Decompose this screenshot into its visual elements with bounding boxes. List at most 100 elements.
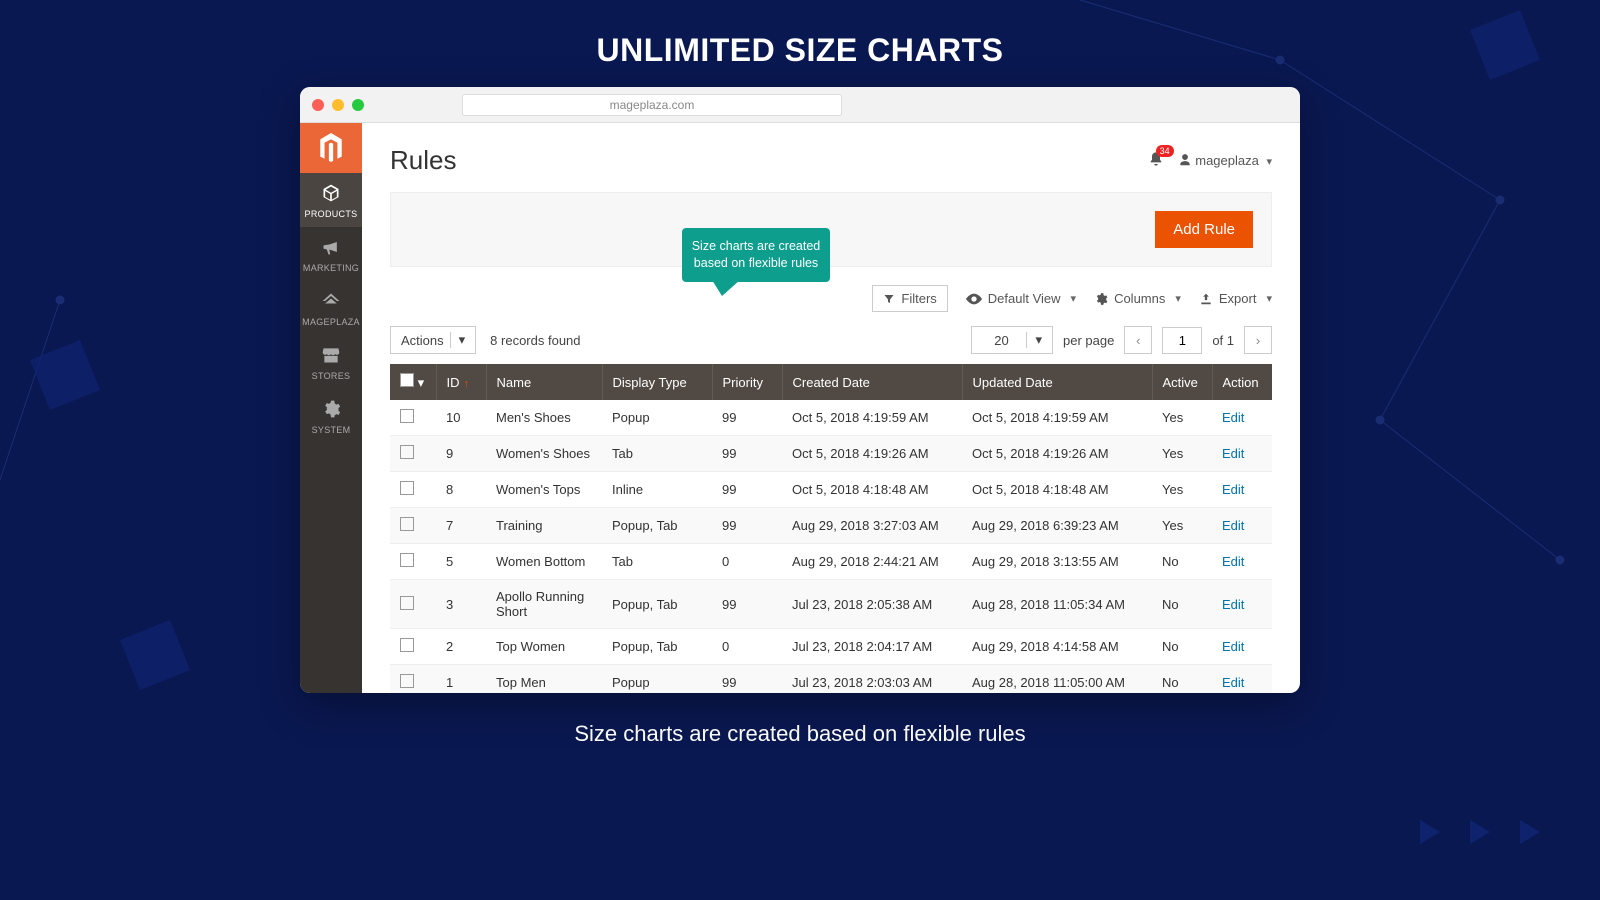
cube-icon bbox=[302, 183, 360, 205]
view-switcher[interactable]: Default View bbox=[966, 291, 1076, 306]
cell-name: Apollo Running Short bbox=[486, 580, 602, 629]
main-content: Rules 34 mageplaza Add Rule Size charts … bbox=[362, 123, 1300, 693]
cell-id: 2 bbox=[436, 629, 486, 665]
cell-id: 7 bbox=[436, 508, 486, 544]
col-id[interactable]: ID bbox=[436, 364, 486, 400]
filters-button[interactable]: Filters bbox=[872, 285, 947, 312]
col-active[interactable]: Active bbox=[1152, 364, 1212, 400]
cell-id: 8 bbox=[436, 472, 486, 508]
edit-link[interactable]: Edit bbox=[1222, 410, 1244, 425]
select-all-checkbox[interactable] bbox=[400, 373, 414, 387]
row-checkbox[interactable] bbox=[400, 674, 414, 688]
row-checkbox[interactable] bbox=[400, 409, 414, 423]
next-page-button[interactable]: › bbox=[1244, 326, 1272, 354]
row-checkbox[interactable] bbox=[400, 638, 414, 652]
columns-button[interactable]: Columns bbox=[1094, 291, 1181, 306]
sidebar-item-system[interactable]: SYSTEM bbox=[300, 389, 362, 443]
cell-priority: 99 bbox=[712, 436, 782, 472]
col-created[interactable]: Created Date bbox=[782, 364, 962, 400]
table-row: 1Top MenPopup99Jul 23, 2018 2:03:03 AMAu… bbox=[390, 665, 1272, 694]
cell-created: Jul 23, 2018 2:05:38 AM bbox=[782, 580, 962, 629]
col-name[interactable]: Name bbox=[486, 364, 602, 400]
col-action: Action bbox=[1212, 364, 1272, 400]
prev-page-button[interactable]: ‹ bbox=[1124, 326, 1152, 354]
table-row: 2Top WomenPopup, Tab0Jul 23, 2018 2:04:1… bbox=[390, 629, 1272, 665]
cell-active: Yes bbox=[1152, 508, 1212, 544]
cell-name: Women's Shoes bbox=[486, 436, 602, 472]
cell-id: 1 bbox=[436, 665, 486, 694]
cell-updated: Aug 29, 2018 4:14:58 AM bbox=[962, 629, 1152, 665]
cell-created: Jul 23, 2018 2:03:03 AM bbox=[782, 665, 962, 694]
edit-link[interactable]: Edit bbox=[1222, 518, 1244, 533]
cell-display: Popup bbox=[602, 665, 712, 694]
row-checkbox[interactable] bbox=[400, 553, 414, 567]
edit-link[interactable]: Edit bbox=[1222, 482, 1244, 497]
cell-display: Popup, Tab bbox=[602, 580, 712, 629]
cell-active: Yes bbox=[1152, 472, 1212, 508]
cell-name: Men's Shoes bbox=[486, 400, 602, 436]
cell-updated: Oct 5, 2018 4:19:59 AM bbox=[962, 400, 1152, 436]
edit-link[interactable]: Edit bbox=[1222, 675, 1244, 690]
url-bar[interactable]: mageplaza.com bbox=[462, 94, 842, 116]
edit-link[interactable]: Edit bbox=[1222, 446, 1244, 461]
cell-active: No bbox=[1152, 580, 1212, 629]
notifications-button[interactable]: 34 bbox=[1148, 151, 1164, 170]
window-min-dot[interactable] bbox=[332, 99, 344, 111]
cell-name: Top Women bbox=[486, 629, 602, 665]
sidebar-item-label: SYSTEM bbox=[312, 425, 351, 435]
table-row: 8Women's TopsInline99Oct 5, 2018 4:18:48… bbox=[390, 472, 1272, 508]
bulk-actions-select[interactable]: Actions▾ bbox=[390, 326, 476, 354]
row-checkbox[interactable] bbox=[400, 445, 414, 459]
edit-link[interactable]: Edit bbox=[1222, 597, 1244, 612]
account-menu[interactable]: mageplaza bbox=[1178, 153, 1272, 168]
hero-subtitle: Size charts are created based on flexibl… bbox=[0, 693, 1600, 775]
row-checkbox[interactable] bbox=[400, 596, 414, 610]
cell-updated: Aug 29, 2018 3:13:55 AM bbox=[962, 544, 1152, 580]
sidebar-item-label: MAGEPLAZA bbox=[302, 317, 360, 327]
sidebar-item-products[interactable]: PRODUCTS bbox=[300, 173, 362, 227]
cell-updated: Oct 5, 2018 4:19:26 AM bbox=[962, 436, 1152, 472]
window-max-dot[interactable] bbox=[352, 99, 364, 111]
cell-active: No bbox=[1152, 629, 1212, 665]
export-button[interactable]: Export bbox=[1199, 291, 1272, 306]
table-row: 10Men's ShoesPopup99Oct 5, 2018 4:19:59 … bbox=[390, 400, 1272, 436]
col-display[interactable]: Display Type bbox=[602, 364, 712, 400]
rules-table: ▾ ID Name Display Type Priority Created … bbox=[390, 364, 1272, 693]
add-rule-button[interactable]: Add Rule bbox=[1155, 211, 1253, 248]
table-row: 9Women's ShoesTab99 Oct 5, 2018 4:19:26 A… bbox=[390, 436, 1272, 472]
funnel-icon bbox=[883, 293, 895, 305]
cell-id: 9 bbox=[436, 436, 486, 472]
cell-updated: Aug 28, 2018 11:05:34 AM bbox=[962, 580, 1152, 629]
cell-priority: 99 bbox=[712, 508, 782, 544]
window-close-dot[interactable] bbox=[312, 99, 324, 111]
store-icon bbox=[302, 345, 360, 367]
cell-priority: 99 bbox=[712, 400, 782, 436]
edit-link[interactable]: Edit bbox=[1222, 554, 1244, 569]
cell-active: No bbox=[1152, 544, 1212, 580]
col-priority[interactable]: Priority bbox=[712, 364, 782, 400]
cell-display: Tab bbox=[602, 436, 712, 472]
cell-priority: 99 bbox=[712, 472, 782, 508]
sidebar-item-stores[interactable]: STORES bbox=[300, 335, 362, 389]
browser-window: mageplaza.com PRODUCTSMARKETING MAGEPLAZA… bbox=[300, 87, 1300, 693]
page-input[interactable] bbox=[1163, 333, 1201, 348]
sidebar-item-mageplaza[interactable]: MAGEPLAZA bbox=[300, 281, 362, 335]
col-updated[interactable]: Updated Date bbox=[962, 364, 1152, 400]
cell-created: Oct 5, 2018 4:19:59 AM bbox=[782, 400, 962, 436]
cell-display: Tab bbox=[602, 544, 712, 580]
user-icon bbox=[1178, 153, 1192, 167]
edit-link[interactable]: Edit bbox=[1222, 639, 1244, 654]
cell-updated: Aug 28, 2018 11:05:00 AM bbox=[962, 665, 1152, 694]
per-page-label: per page bbox=[1063, 333, 1114, 348]
notif-badge: 34 bbox=[1156, 145, 1174, 157]
row-checkbox[interactable] bbox=[400, 481, 414, 495]
cell-created: Aug 29, 2018 2:44:21 AM bbox=[782, 544, 962, 580]
page-size-select[interactable]: 20▾ bbox=[971, 326, 1053, 354]
sidebar-item-label: STORES bbox=[312, 371, 351, 381]
magento-logo[interactable] bbox=[300, 123, 362, 173]
row-checkbox[interactable] bbox=[400, 517, 414, 531]
cell-updated: Oct 5, 2018 4:18:48 AM bbox=[962, 472, 1152, 508]
sidebar-item-marketing[interactable]: MARKETING bbox=[300, 227, 362, 281]
gear-icon bbox=[302, 399, 360, 421]
cell-id: 3 bbox=[436, 580, 486, 629]
